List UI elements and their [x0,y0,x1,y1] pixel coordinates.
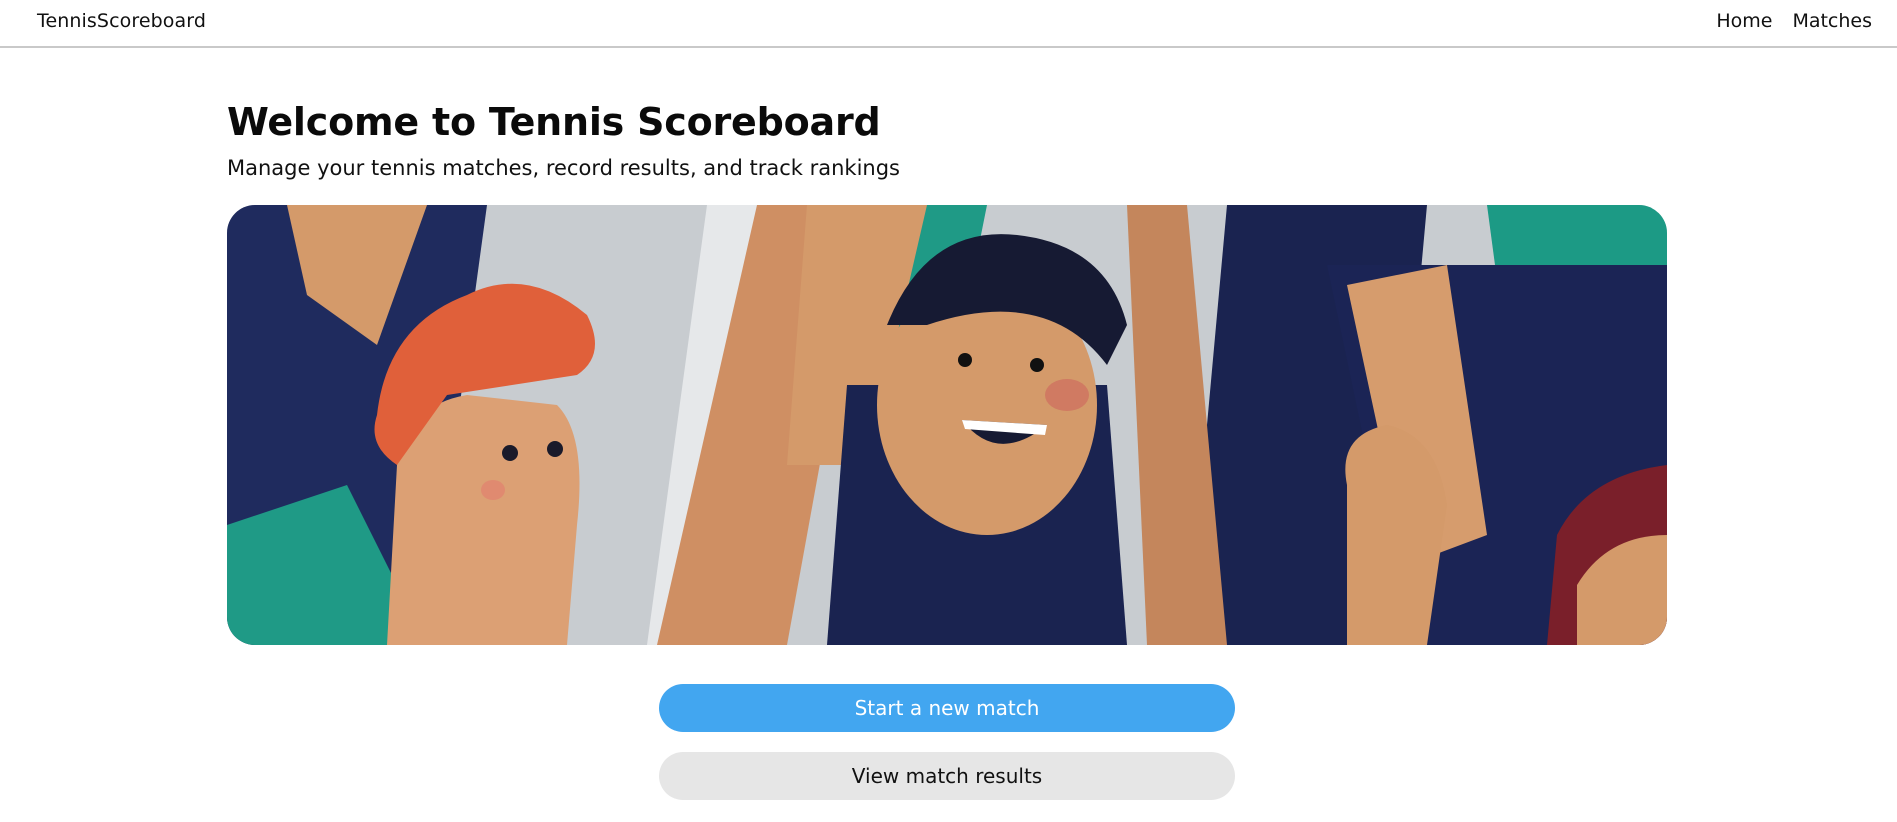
page-title: Welcome to Tennis Scoreboard [227,100,881,144]
page-subtitle: Manage your tennis matches, record resul… [227,156,900,180]
start-new-match-button[interactable]: Start a new match [659,684,1235,732]
cheering-fans-illustration [227,205,1667,645]
hero-image [227,205,1667,645]
nav-matches-link[interactable]: Matches [1792,10,1872,32]
view-match-results-button[interactable]: View match results [659,752,1235,800]
nav-home-link[interactable]: Home [1716,10,1772,32]
top-navbar: TennisScoreboard Home Matches [0,0,1897,48]
main-nav: Home Matches [1716,10,1872,32]
brand-logo-text[interactable]: TennisScoreboard [37,10,206,32]
